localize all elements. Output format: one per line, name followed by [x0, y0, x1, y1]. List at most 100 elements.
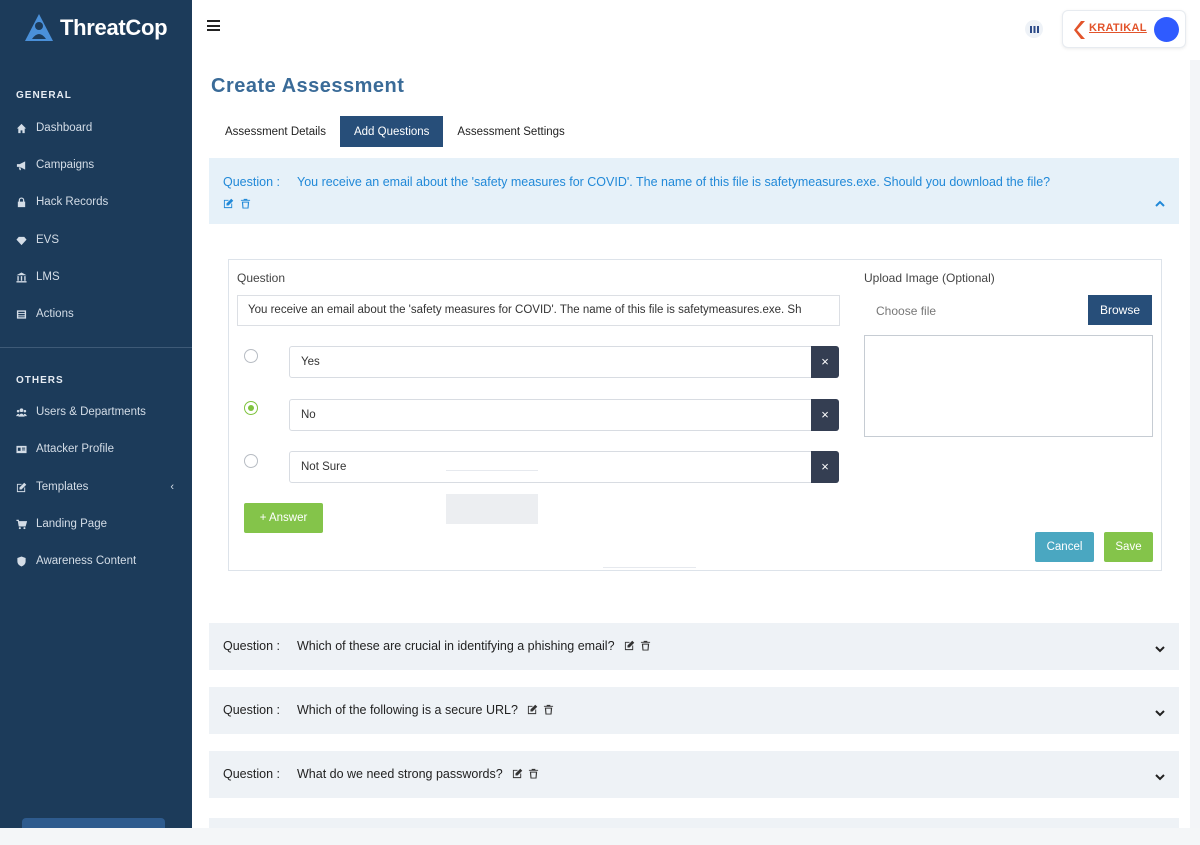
menu-toggle-icon[interactable]: [207, 20, 220, 31]
edit-icon[interactable]: [624, 640, 635, 651]
apps-grid-icon[interactable]: [1025, 20, 1043, 38]
tab-assessment-settings[interactable]: Assessment Settings: [443, 116, 578, 147]
image-preview: [864, 335, 1153, 437]
sidebar-item-awareness-content[interactable]: Awareness Content: [14, 551, 184, 571]
threatcop-logo-icon: [24, 13, 54, 43]
answer-radio-yes[interactable]: [244, 349, 258, 363]
chevron-down-icon[interactable]: [1155, 641, 1165, 653]
placeholder-block: [446, 494, 538, 524]
sidebar-divider: [0, 347, 192, 348]
edit-icon[interactable]: [512, 768, 523, 779]
question-editor: Question You receive an email about the …: [228, 259, 1162, 571]
sidebar-item-label: LMS: [36, 271, 60, 283]
kratikal-logo-icon: [1073, 20, 1087, 40]
scroll-track: [1190, 60, 1200, 845]
question-label: Question :: [223, 703, 280, 717]
sidebar-item-templates[interactable]: Templates ‹: [14, 477, 184, 497]
chevron-down-icon[interactable]: [1155, 769, 1165, 781]
remove-answer-button[interactable]: ×: [811, 399, 839, 431]
question-label: Question :: [223, 175, 280, 189]
browse-button[interactable]: Browse: [1088, 295, 1152, 325]
sidebar-item-landing-page[interactable]: Landing Page: [14, 514, 184, 534]
file-input[interactable]: Choose file Browse: [864, 295, 1152, 325]
placeholder-line: [446, 470, 538, 471]
add-answer-button[interactable]: + Answer: [244, 503, 323, 533]
question-header-active[interactable]: Question : You receive an email about th…: [209, 158, 1179, 224]
cancel-button[interactable]: Cancel: [1035, 532, 1094, 562]
sidebar-item-dashboard[interactable]: Dashboard: [14, 118, 184, 138]
sidebar-item-hack-records[interactable]: Hack Records: [14, 192, 184, 212]
sidebar-item-users-departments[interactable]: Users & Departments: [14, 402, 184, 422]
brand-name: ThreatCop: [60, 15, 168, 40]
sidebar-section-others: OTHERS: [16, 375, 64, 386]
sidebar-section-general: GENERAL: [16, 90, 72, 101]
answer-field-not-sure[interactable]: Not Sure ×: [289, 451, 839, 483]
answer-text: Yes: [301, 356, 320, 368]
trash-icon[interactable]: [528, 768, 539, 779]
id-card-icon: [14, 443, 28, 455]
question-label: Question :: [223, 767, 280, 781]
sidebar-item-campaigns[interactable]: Campaigns: [14, 155, 184, 175]
org-switcher[interactable]: KRATIKAL: [1062, 10, 1186, 48]
app-window: ThreatCop GENERAL Dashboard Campaigns Ha…: [0, 0, 1200, 845]
sidebar-item-label: Landing Page: [36, 518, 107, 530]
top-bar: KRATIKAL: [192, 0, 1200, 58]
question-header[interactable]: Question : What do we need strong passwo…: [209, 751, 1179, 798]
sidebar-item-lms[interactable]: LMS: [14, 267, 184, 287]
question-label: Question :: [223, 639, 280, 653]
tab-assessment-details[interactable]: Assessment Details: [211, 116, 340, 147]
sidebar-item-label: Attacker Profile: [36, 443, 114, 455]
sidebar: ThreatCop GENERAL Dashboard Campaigns Ha…: [0, 0, 192, 830]
chevron-down-icon[interactable]: [1155, 705, 1165, 717]
answer-radio-not-sure[interactable]: [244, 454, 258, 468]
answer-radio-no[interactable]: [244, 401, 258, 415]
tab-add-questions[interactable]: Add Questions: [339, 116, 444, 147]
brand-logo[interactable]: ThreatCop: [24, 10, 168, 46]
answer-text: Not Sure: [301, 461, 347, 473]
question-header[interactable]: Question : Which of the following is a s…: [209, 687, 1179, 734]
question-text: You receive an email about the 'safety m…: [297, 175, 1051, 189]
sidebar-item-actions[interactable]: Actions: [14, 304, 184, 324]
edit-icon[interactable]: [223, 196, 234, 209]
answer-text: No: [301, 409, 316, 421]
edit-icon: [14, 481, 28, 493]
question-text: What do we need strong passwords?: [297, 767, 503, 781]
sidebar-item-label: Users & Departments: [36, 406, 146, 418]
window-bottom-edge: [0, 828, 1200, 845]
sidebar-item-label: Dashboard: [36, 122, 93, 134]
save-button[interactable]: Save: [1104, 532, 1153, 562]
sidebar-item-label: Campaigns: [36, 159, 95, 171]
answer-field-no[interactable]: No ×: [289, 399, 839, 431]
trash-icon[interactable]: [543, 704, 554, 715]
lock-icon: [14, 196, 28, 208]
sidebar-item-attacker-profile[interactable]: Attacker Profile: [14, 439, 184, 459]
placeholder-line: [603, 567, 696, 568]
avatar[interactable]: [1154, 17, 1179, 42]
chevron-up-icon[interactable]: [1155, 196, 1165, 207]
diamond-icon: [14, 234, 28, 246]
question-header[interactable]: Question : Which of these are crucial in…: [209, 623, 1179, 670]
home-icon: [14, 122, 28, 134]
sidebar-item-label: Hack Records: [36, 196, 109, 208]
users-icon: [14, 406, 28, 418]
sidebar-item-label: Actions: [36, 308, 74, 320]
question-header-partial: [209, 818, 1179, 828]
sidebar-item-label: Templates: [36, 481, 89, 493]
trash-icon[interactable]: [640, 640, 651, 651]
trash-icon[interactable]: [240, 196, 251, 209]
institution-icon: [14, 271, 28, 283]
answer-field-yes[interactable]: Yes ×: [289, 346, 839, 378]
remove-answer-button[interactable]: ×: [811, 451, 839, 483]
file-placeholder: Choose file: [876, 304, 937, 318]
org-name: KRATIKAL: [1089, 22, 1147, 34]
shield-icon: [14, 555, 28, 567]
list-icon: [14, 308, 28, 320]
question-field-label: Question: [237, 271, 286, 285]
sidebar-item-evs[interactable]: EVS: [14, 230, 184, 250]
edit-icon[interactable]: [527, 704, 538, 715]
question-input[interactable]: You receive an email about the 'safety m…: [237, 295, 840, 326]
sidebar-item-label: EVS: [36, 234, 60, 246]
question-text: Which of these are crucial in identifyin…: [297, 639, 615, 653]
remove-answer-button[interactable]: ×: [811, 346, 839, 378]
question-text: Which of the following is a secure URL?: [297, 703, 518, 717]
